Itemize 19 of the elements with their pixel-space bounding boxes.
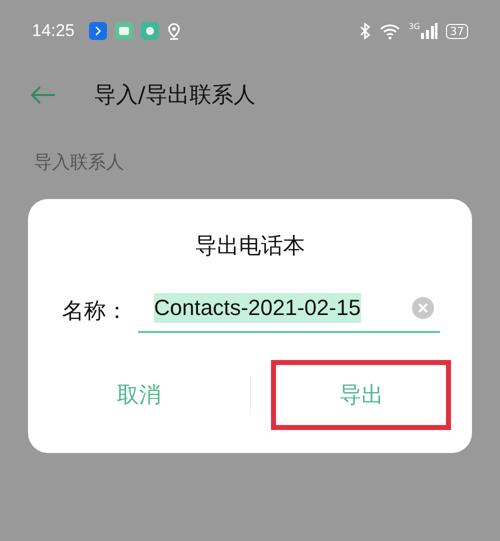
network-type: 3G — [408, 22, 420, 31]
status-time: 14:25 — [32, 21, 75, 41]
dialog-button[interactable]: 取消 — [48, 360, 229, 430]
page-title: 导入/导出联系人 — [94, 82, 256, 110]
dialog-button[interactable]: 导出 — [271, 360, 452, 430]
section-header: 导入联系人 — [33, 151, 125, 175]
back-arrow-icon — [30, 86, 56, 104]
signal-icon — [420, 22, 438, 40]
app-notification-icon — [88, 22, 107, 40]
message-notification-icon — [114, 22, 133, 40]
wifi-icon — [378, 22, 401, 40]
chat-notification-icon — [140, 22, 159, 40]
field-label: 名称： — [62, 298, 129, 326]
bluetooth-icon — [358, 22, 371, 40]
battery-level: 37 — [446, 24, 468, 38]
clear-icon[interactable] — [412, 297, 434, 319]
location-icon — [166, 22, 181, 40]
dialog-title: 导出电话本 — [194, 233, 306, 261]
name-field[interactable]: Contacts-2021-02-15 — [138, 289, 440, 333]
